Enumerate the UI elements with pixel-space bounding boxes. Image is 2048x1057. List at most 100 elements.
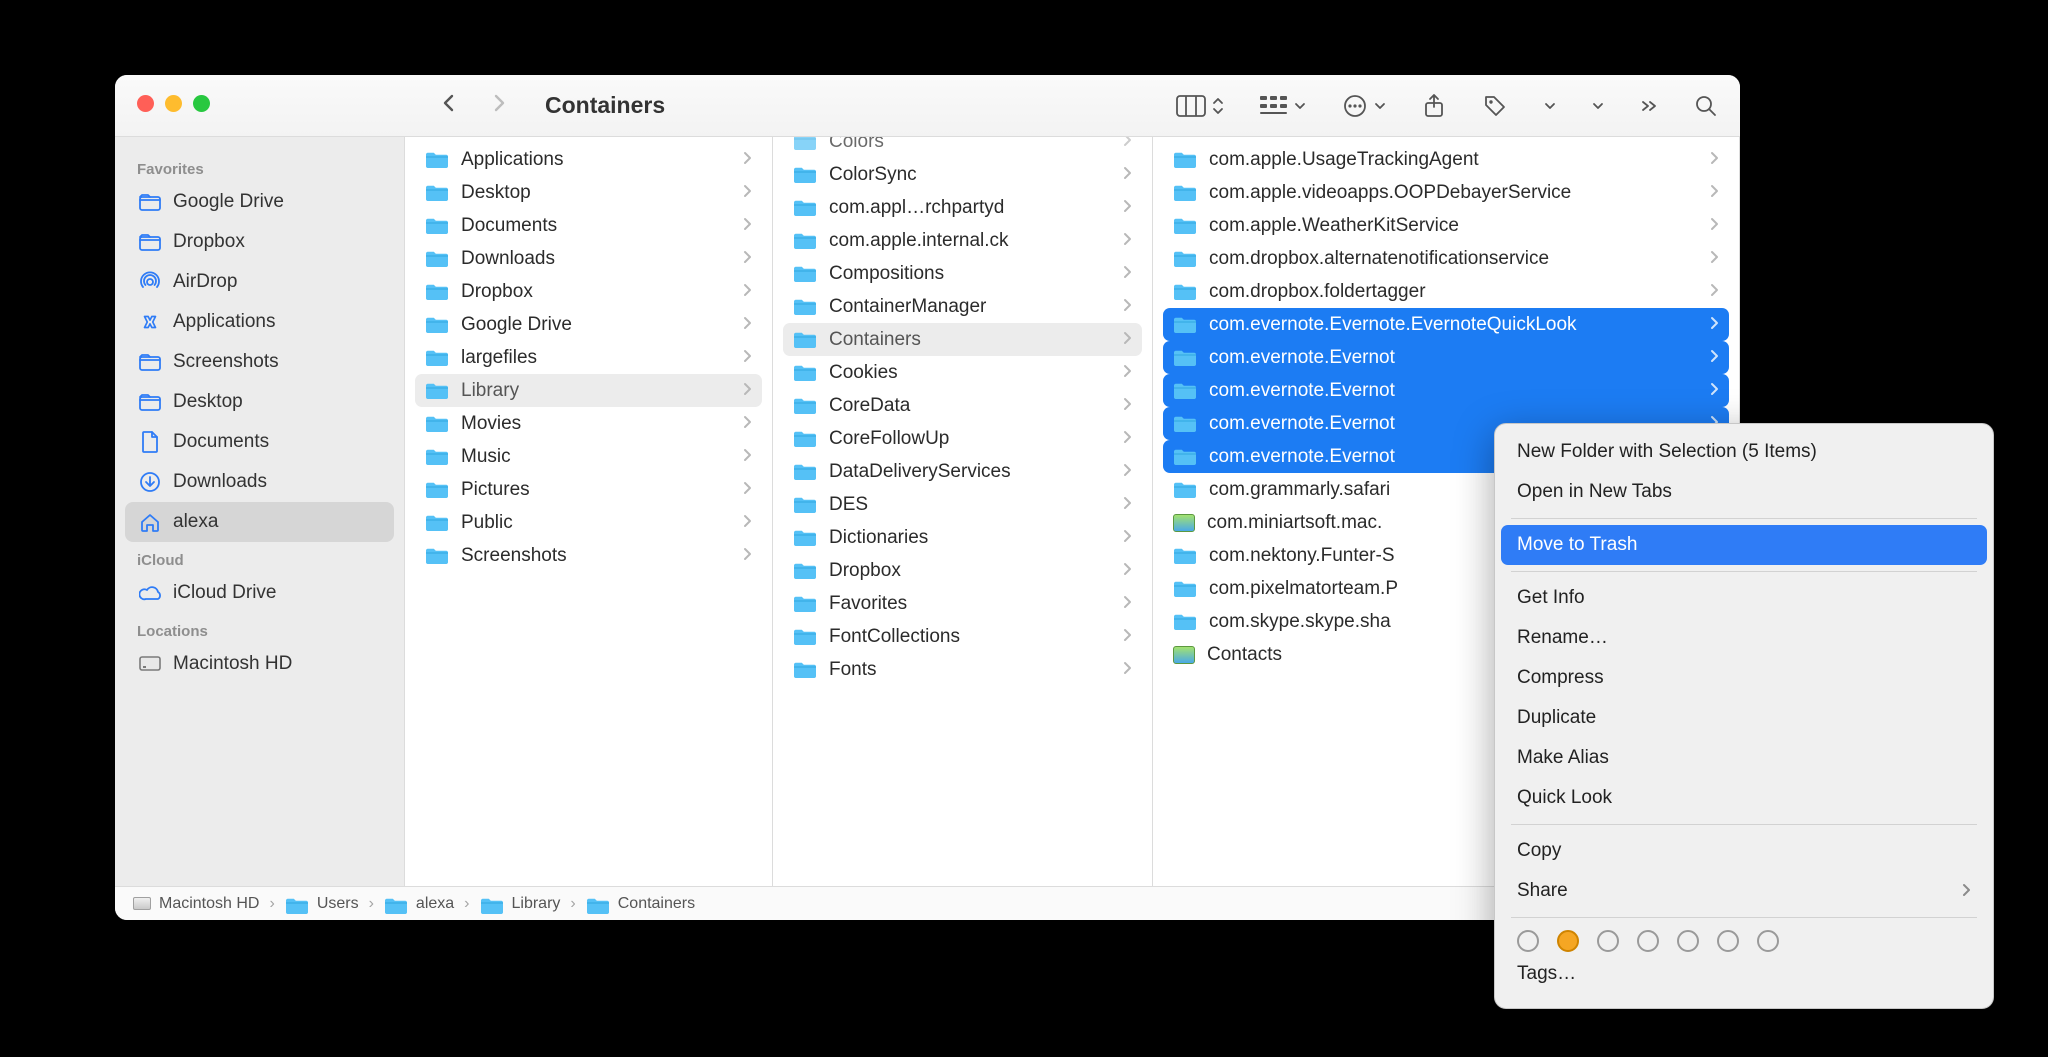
menu-item[interactable]: Copy: [1501, 831, 1987, 871]
tag-color-orange[interactable]: [1557, 930, 1579, 952]
toolbar-dropdown-1[interactable]: [1544, 101, 1556, 111]
folder-icon: [793, 529, 817, 547]
folder-row[interactable]: Screenshots: [415, 539, 762, 572]
chevron-right-icon: [743, 514, 752, 531]
back-button[interactable]: [437, 91, 461, 120]
folder-row[interactable]: com.apple.videoapps.OOPDebayerService: [1163, 176, 1729, 209]
folder-row[interactable]: com.evernote.Evernot: [1163, 374, 1729, 407]
folder-row[interactable]: ColorSync: [783, 158, 1142, 191]
row-label: CoreFollowUp: [829, 428, 1111, 450]
menu-item[interactable]: Move to Trash: [1501, 525, 1987, 565]
breadcrumb[interactable]: Macintosh HD: [133, 895, 259, 913]
folder-row[interactable]: CoreData: [783, 389, 1142, 422]
folder-row[interactable]: Library: [415, 374, 762, 407]
tag-color-none[interactable]: [1717, 930, 1739, 952]
folder-row[interactable]: Cookies: [783, 356, 1142, 389]
folder-row[interactable]: Fonts: [783, 653, 1142, 686]
folder-icon: [139, 353, 161, 371]
tag-color-none[interactable]: [1597, 930, 1619, 952]
folder-row[interactable]: ContainerManager: [783, 290, 1142, 323]
forward-button[interactable]: [487, 91, 511, 120]
zoom-window-button[interactable]: [193, 95, 210, 112]
menu-item[interactable]: Make Alias: [1501, 738, 1987, 778]
airdrop-icon: [139, 271, 161, 293]
group-by-button[interactable]: [1260, 96, 1306, 116]
folder-row[interactable]: Containers: [783, 323, 1142, 356]
sidebar-item[interactable]: AirDrop: [125, 262, 394, 302]
share-button[interactable]: [1422, 93, 1446, 119]
breadcrumb[interactable]: Library: [480, 895, 561, 913]
folder-row[interactable]: Downloads: [415, 242, 762, 275]
breadcrumb[interactable]: Users: [285, 895, 359, 913]
folder-row[interactable]: Desktop: [415, 176, 762, 209]
column-1[interactable]: ApplicationsDesktopDocumentsDownloadsDro…: [405, 137, 773, 886]
tag-color-none[interactable]: [1517, 930, 1539, 952]
folder-row[interactable]: com.appl…rchpartyd: [783, 191, 1142, 224]
folder-row[interactable]: com.apple.WeatherKitService: [1163, 209, 1729, 242]
sidebar-item[interactable]: Macintosh HD: [125, 644, 394, 684]
column-2[interactable]: ColorsColorSynccom.appl…rchpartydcom.app…: [773, 137, 1153, 886]
sidebar-item[interactable]: iCloud Drive: [125, 573, 394, 613]
folder-row[interactable]: Favorites: [783, 587, 1142, 620]
tags-button[interactable]: [1482, 93, 1508, 119]
menu-item[interactable]: Open in New Tabs: [1501, 472, 1987, 512]
breadcrumb[interactable]: alexa: [384, 895, 454, 913]
folder-row[interactable]: Dictionaries: [783, 521, 1142, 554]
menu-item[interactable]: Quick Look: [1501, 778, 1987, 818]
folder-row[interactable]: FontCollections: [783, 620, 1142, 653]
sidebar-item[interactable]: Documents: [125, 422, 394, 462]
folder-row[interactable]: Dropbox: [783, 554, 1142, 587]
menu-item[interactable]: Tags…: [1501, 954, 1987, 994]
folder-row[interactable]: Applications: [415, 143, 762, 176]
folder-row[interactable]: Colors: [783, 137, 1142, 158]
sidebar-item-label: Desktop: [173, 391, 243, 413]
menu-item[interactable]: Duplicate: [1501, 698, 1987, 738]
sidebar-item[interactable]: Google Drive: [125, 182, 394, 222]
sidebar-item[interactable]: Downloads: [125, 462, 394, 502]
folder-row[interactable]: Movies: [415, 407, 762, 440]
close-window-button[interactable]: [137, 95, 154, 112]
folder-row[interactable]: com.apple.internal.ck: [783, 224, 1142, 257]
folder-row[interactable]: Pictures: [415, 473, 762, 506]
toolbar-dropdown-2[interactable]: [1592, 101, 1604, 111]
folder-row[interactable]: Compositions: [783, 257, 1142, 290]
folder-row[interactable]: com.evernote.Evernote.EvernoteQuickLook: [1163, 308, 1729, 341]
chevron-right-icon: [743, 382, 752, 399]
folder-row[interactable]: Dropbox: [415, 275, 762, 308]
breadcrumb[interactable]: Containers: [586, 895, 695, 913]
view-columns-button[interactable]: [1176, 95, 1224, 117]
sidebar-item[interactable]: Screenshots: [125, 342, 394, 382]
folder-row[interactable]: largefiles: [415, 341, 762, 374]
menu-item[interactable]: Rename…: [1501, 618, 1987, 658]
sidebar-item[interactable]: Applications: [125, 302, 394, 342]
folder-row[interactable]: CoreFollowUp: [783, 422, 1142, 455]
folder-row[interactable]: com.evernote.Evernot: [1163, 341, 1729, 374]
folder-row[interactable]: DataDeliveryServices: [783, 455, 1142, 488]
folder-row[interactable]: Music: [415, 440, 762, 473]
search-button[interactable]: [1694, 94, 1718, 118]
sidebar-item-label: Screenshots: [173, 351, 279, 373]
menu-item[interactable]: New Folder with Selection (5 Items): [1501, 432, 1987, 472]
toolbar-overflow-button[interactable]: [1640, 99, 1658, 113]
tag-color-none[interactable]: [1637, 930, 1659, 952]
folder-row[interactable]: DES: [783, 488, 1142, 521]
folder-row[interactable]: Documents: [415, 209, 762, 242]
sidebar-item[interactable]: alexa: [125, 502, 394, 542]
folder-row[interactable]: Google Drive: [415, 308, 762, 341]
sidebar-item[interactable]: Dropbox: [125, 222, 394, 262]
home-icon: [139, 511, 161, 533]
menu-item[interactable]: Get Info: [1501, 578, 1987, 618]
minimize-window-button[interactable]: [165, 95, 182, 112]
folder-row[interactable]: com.apple.UsageTrackingAgent: [1163, 143, 1729, 176]
folder-row[interactable]: Public: [415, 506, 762, 539]
menu-item[interactable]: Compress: [1501, 658, 1987, 698]
sidebar-item[interactable]: Desktop: [125, 382, 394, 422]
tag-color-none[interactable]: [1677, 930, 1699, 952]
row-label: com.evernote.Evernot: [1209, 347, 1698, 369]
folder-row[interactable]: com.dropbox.foldertagger: [1163, 275, 1729, 308]
folder-row[interactable]: com.dropbox.alternatenotificationservice: [1163, 242, 1729, 275]
menu-item[interactable]: Share: [1501, 871, 1987, 911]
action-menu-button[interactable]: [1342, 93, 1386, 119]
row-label: com.apple.WeatherKitService: [1209, 215, 1698, 237]
tag-color-none[interactable]: [1757, 930, 1779, 952]
